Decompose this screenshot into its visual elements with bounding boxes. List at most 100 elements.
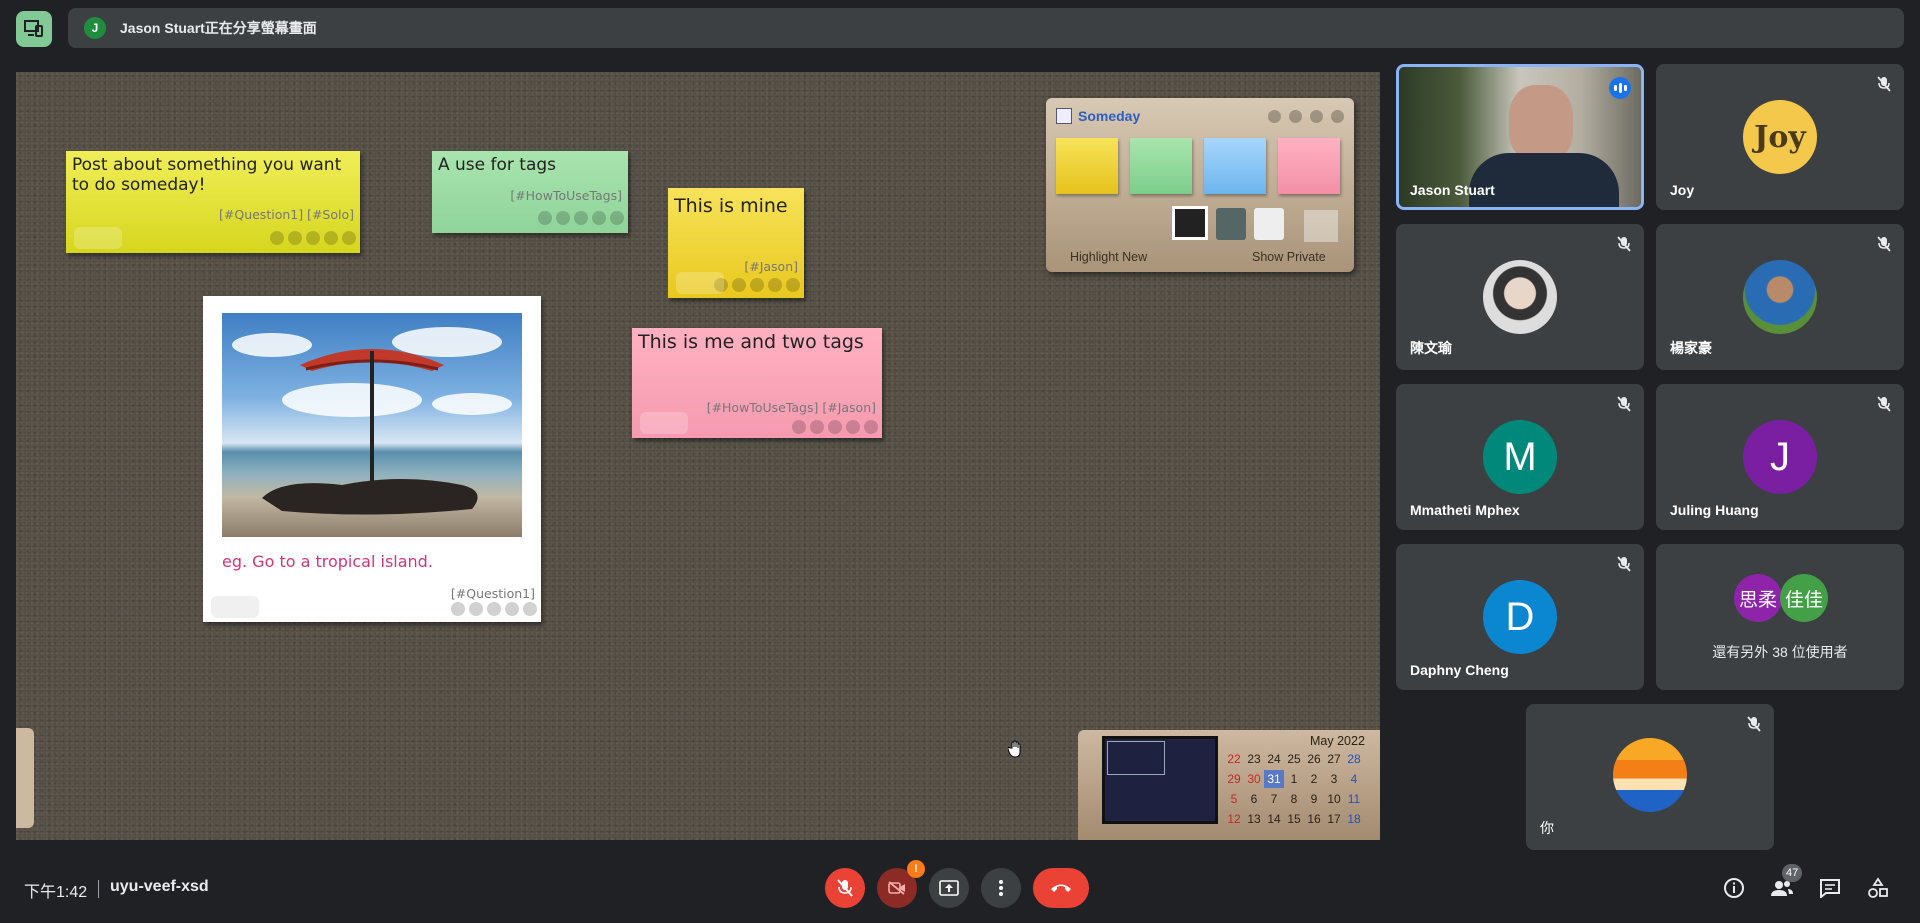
camera-toggle-button[interactable]: !	[877, 860, 925, 908]
someday-title: Someday	[1078, 108, 1141, 124]
calendar-day[interactable]: 4	[1344, 770, 1364, 788]
participant-tile-chen[interactable]: 陳文瑜	[1396, 224, 1644, 370]
calendar-day[interactable]: 29	[1224, 770, 1244, 788]
note-tags: [#Question1]	[450, 586, 535, 601]
note-actions[interactable]	[714, 278, 800, 292]
other-avatar-1: 思柔	[1734, 574, 1782, 622]
participant-tile-mmatheti[interactable]: M Mmatheti Mphex	[1396, 384, 1644, 530]
image-note-icon[interactable]	[1172, 206, 1208, 240]
note-actions[interactable]	[792, 420, 878, 434]
calendar-day[interactable]: 22	[1224, 750, 1244, 768]
calendar-day[interactable]: 5	[1224, 790, 1244, 808]
note-tags: [#Jason]	[744, 259, 798, 274]
note-actions[interactable]	[451, 602, 537, 616]
calendar-day[interactable]: 26	[1304, 750, 1324, 768]
mic-toggle-button[interactable]	[825, 868, 865, 908]
calendar-day[interactable]: 8	[1284, 790, 1304, 808]
calendar-day[interactable]: 27	[1324, 750, 1344, 768]
note-text: This is mine	[674, 195, 788, 217]
note-text: Post about something you want to do some…	[72, 155, 342, 195]
presentation-icon[interactable]	[16, 11, 52, 47]
hand-cursor-icon	[1008, 740, 1021, 758]
sticky-note-two-tags[interactable]: This is me and two tags [#HowToUseTags] …	[632, 328, 882, 438]
sticky-note-someday[interactable]: Post about something you want to do some…	[66, 151, 360, 253]
sticky-note-tags[interactable]: A use for tags [#HowToUseTags]	[432, 151, 628, 233]
new-blue-note-button[interactable]	[1204, 138, 1266, 194]
board-side-handle[interactable]	[16, 728, 34, 828]
note-tags: [#HowToUseTags]	[510, 188, 622, 203]
presenter-label: Jason Stuart正在分享螢幕畫面	[120, 20, 317, 36]
calendar-day[interactable]: 11	[1344, 790, 1364, 808]
calendar-day[interactable]: 28	[1344, 750, 1364, 768]
participant-name: Daphny Cheng	[1410, 662, 1509, 678]
calendar-day[interactable]: 3	[1324, 770, 1344, 788]
others-count-label: 還有另外 38 位使用者	[1712, 644, 1848, 660]
participant-name: 陳文瑜	[1410, 340, 1452, 356]
participant-tile-yang[interactable]: 楊家豪	[1656, 224, 1904, 370]
show-private-toggle[interactable]: Show Private	[1252, 250, 1326, 264]
new-green-note-button[interactable]	[1130, 138, 1192, 194]
calendar-widget[interactable]: May 2022 22 23 24 25 26 27 28 29 30 31 1 2 3 4 5 6 7 8 9 10…	[1078, 730, 1380, 840]
participant-tile-jason[interactable]: Jason Stuart	[1396, 64, 1644, 210]
participant-tile-joy[interactable]: Joy Joy	[1656, 64, 1904, 210]
calendar-day[interactable]: 31	[1264, 770, 1284, 788]
daphny-avatar: D	[1483, 580, 1557, 654]
chat-icon	[1820, 879, 1840, 898]
calendar-day[interactable]: 14	[1264, 810, 1284, 828]
calendar-day[interactable]: 13	[1244, 810, 1264, 828]
calendar-day[interactable]: 18	[1344, 810, 1364, 828]
new-yellow-note-button[interactable]	[1056, 138, 1118, 194]
calendar-day[interactable]: 6	[1244, 790, 1264, 808]
photo-note[interactable]: eg. Go to a tropical island. [#Question1…	[203, 296, 541, 622]
new-pink-note-button[interactable]	[1278, 138, 1340, 194]
activities-icon	[1868, 877, 1888, 898]
power-icon[interactable]	[1331, 110, 1344, 123]
calendar-day[interactable]: 30	[1244, 770, 1264, 788]
calendar-day[interactable]: 24	[1264, 750, 1284, 768]
calendar-day[interactable]: 25	[1284, 750, 1304, 768]
calendar-day[interactable]: 12	[1224, 810, 1244, 828]
note-actions[interactable]	[538, 211, 624, 225]
board-minimap[interactable]	[1102, 736, 1218, 824]
meeting-details-button[interactable]	[1720, 874, 1748, 902]
calendar-day[interactable]: 1	[1284, 770, 1304, 788]
chat-button[interactable]	[1816, 874, 1844, 902]
calendar-day[interactable]: 9	[1304, 790, 1324, 808]
sticky-note-mine[interactable]: This is mine [#Jason]	[668, 188, 804, 298]
someday-panel[interactable]: Someday Highlight New Show Private	[1046, 98, 1354, 272]
activities-button[interactable]	[1864, 874, 1892, 902]
leave-call-button[interactable]	[1033, 868, 1089, 908]
calendar-day[interactable]: 7	[1264, 790, 1284, 808]
panel-buttons[interactable]	[1268, 110, 1344, 123]
participant-tile-others[interactable]: 思柔 佳佳 還有另外 38 位使用者	[1656, 544, 1904, 690]
camera-warning-badge: !	[907, 860, 925, 878]
present-screen-button[interactable]	[929, 868, 969, 908]
more-options-button[interactable]	[981, 868, 1021, 908]
video-note-icon[interactable]	[1216, 208, 1246, 240]
calendar-day[interactable]: 15	[1284, 810, 1304, 828]
calendar-day[interactable]: 10	[1324, 790, 1344, 808]
people-button[interactable]: 47	[1768, 864, 1803, 902]
mic-off-icon	[1874, 74, 1894, 94]
attachment-note-icon[interactable]	[1254, 208, 1284, 240]
participant-tile-juling[interactable]: J Juling Huang	[1656, 384, 1904, 530]
calendar-day[interactable]: 23	[1244, 750, 1264, 768]
calendar-day[interactable]: 2	[1304, 770, 1324, 788]
more-vert-icon	[999, 880, 1003, 896]
participant-name: Joy	[1670, 182, 1695, 198]
person-silhouette	[1509, 85, 1573, 163]
note-tags: [#HowToUseTags] [#Jason]	[706, 400, 876, 415]
cake-avatar-icon	[1613, 738, 1687, 812]
highlight-new-toggle[interactable]: Highlight New	[1070, 250, 1147, 264]
participant-tile-daphny[interactable]: D Daphny Cheng	[1396, 544, 1644, 690]
calendar-day[interactable]: 17	[1324, 810, 1344, 828]
blank-note-icon[interactable]	[1304, 210, 1338, 242]
help-icon[interactable]	[1310, 110, 1323, 123]
calendar-day[interactable]: 16	[1304, 810, 1324, 828]
settings-icon[interactable]	[1289, 110, 1302, 123]
people-count-badge: 47	[1782, 864, 1803, 882]
minimize-icon[interactable]	[1268, 110, 1281, 123]
participant-tile-self[interactable]: 你	[1526, 704, 1774, 850]
note-actions[interactable]	[270, 231, 356, 245]
screen-share-banner: J Jason Stuart正在分享螢幕畫面	[68, 8, 1904, 48]
